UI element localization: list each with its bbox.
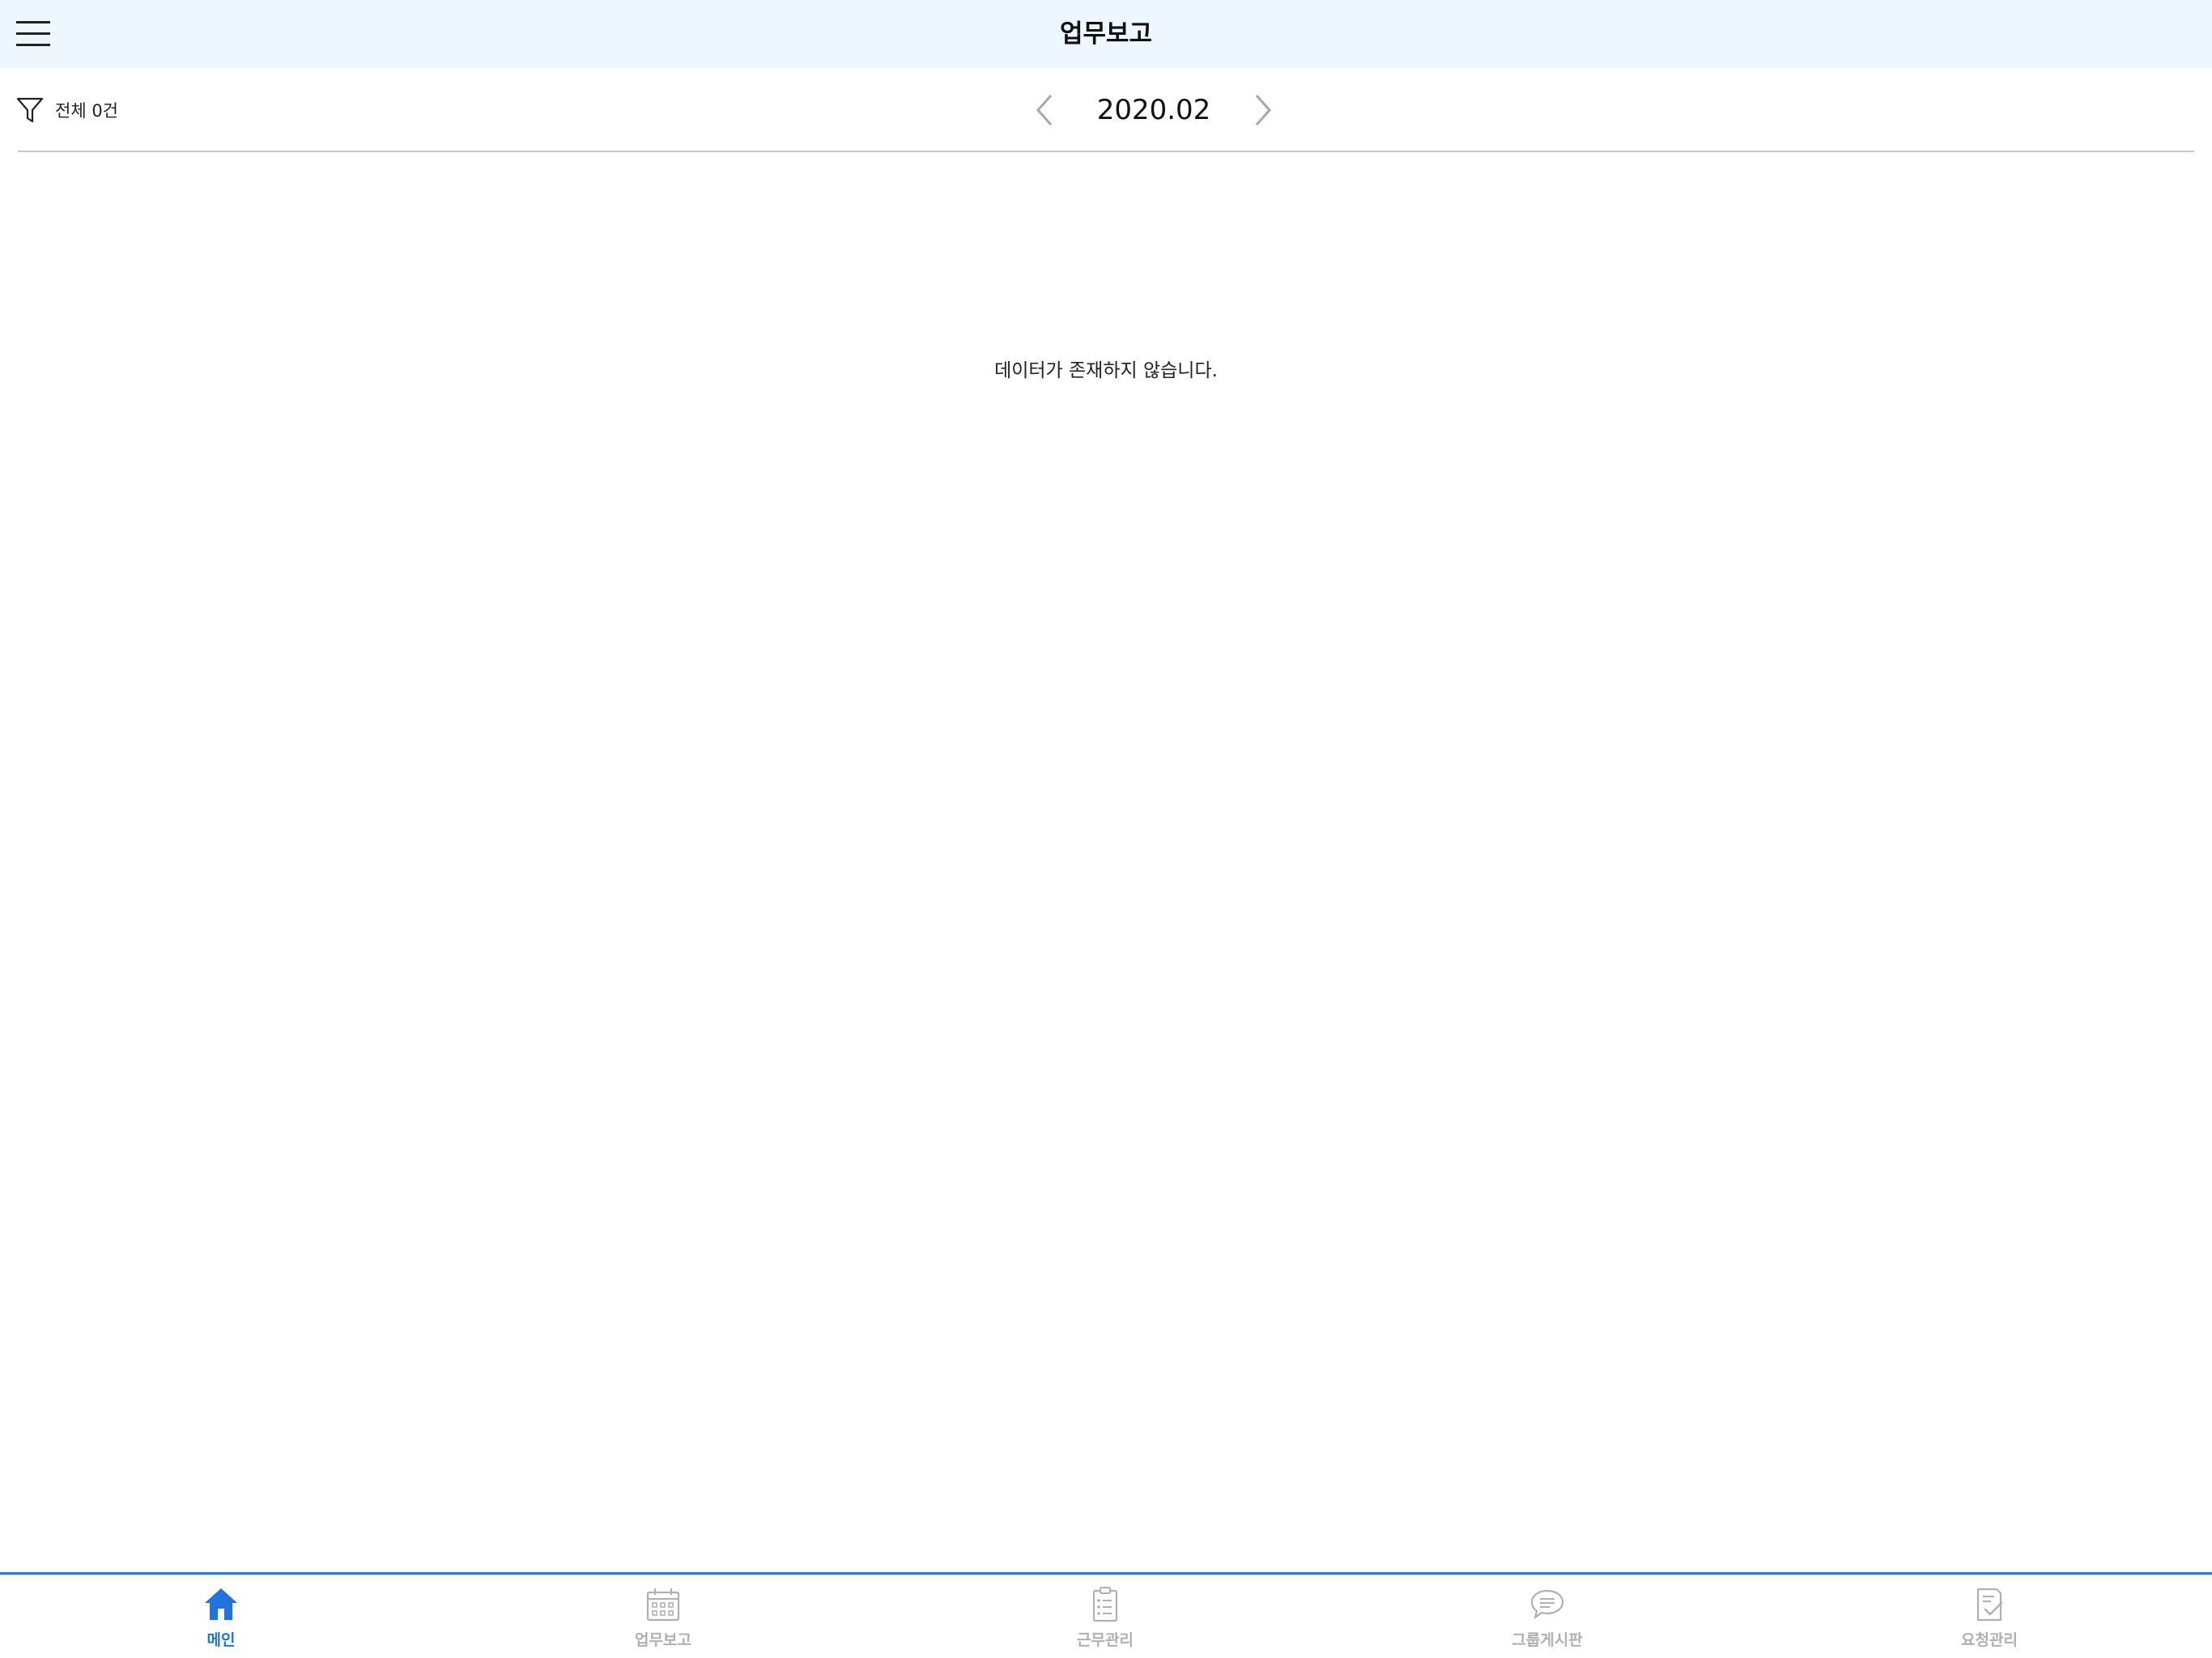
tab-label: 업무보고: [635, 1631, 691, 1649]
tab-work-report[interactable]: 업무보고: [442, 1575, 884, 1658]
app-root: 업무보고 전체 0건 2020.02 데이터가 존재하지 않습니다. 메인 업무…: [0, 0, 2212, 1658]
filter-icon: [16, 96, 44, 124]
tab-label: 메인: [206, 1631, 236, 1649]
report-list: 데이터가 존재하지 않습니다.: [0, 154, 2212, 1571]
tab-attendance[interactable]: 근무관리: [884, 1575, 1326, 1658]
tab-label: 요청관리: [1961, 1631, 2018, 1649]
chevron-right-icon[interactable]: [1247, 92, 1279, 128]
page-title: 업무보고: [1059, 19, 1153, 49]
tab-main[interactable]: 메인: [0, 1575, 442, 1658]
bottom-tab-bar: 메인 업무보고 근무관리 그룹게시판 요청관리: [0, 1572, 2212, 1658]
month-navigator: 2020.02: [1028, 84, 1279, 136]
top-header: 업무보고: [0, 0, 2212, 68]
tab-label: 근무관리: [1077, 1631, 1134, 1649]
tab-request-management[interactable]: 요청관리: [1768, 1575, 2210, 1658]
tab-group-board[interactable]: 그룹게시판: [1326, 1575, 1768, 1658]
current-month: 2020.02: [1096, 94, 1211, 126]
toolbar-divider: [18, 151, 2194, 152]
tab-label: 그룹게시판: [1512, 1631, 1583, 1649]
filter-button[interactable]: 전체 0건: [16, 94, 118, 126]
empty-state-message: 데이터가 존재하지 않습니다.: [994, 360, 1218, 381]
filter-toolbar: 전체 0건 2020.02: [0, 68, 2212, 152]
clipboard-icon: [1087, 1586, 1124, 1623]
chat-bubble-icon: [1529, 1586, 1566, 1623]
home-icon: [202, 1586, 240, 1623]
request-document-icon: [1971, 1586, 2008, 1623]
filter-count-label: 전체 0건: [55, 101, 118, 121]
calendar-icon: [644, 1586, 682, 1623]
chevron-left-icon[interactable]: [1028, 92, 1061, 128]
